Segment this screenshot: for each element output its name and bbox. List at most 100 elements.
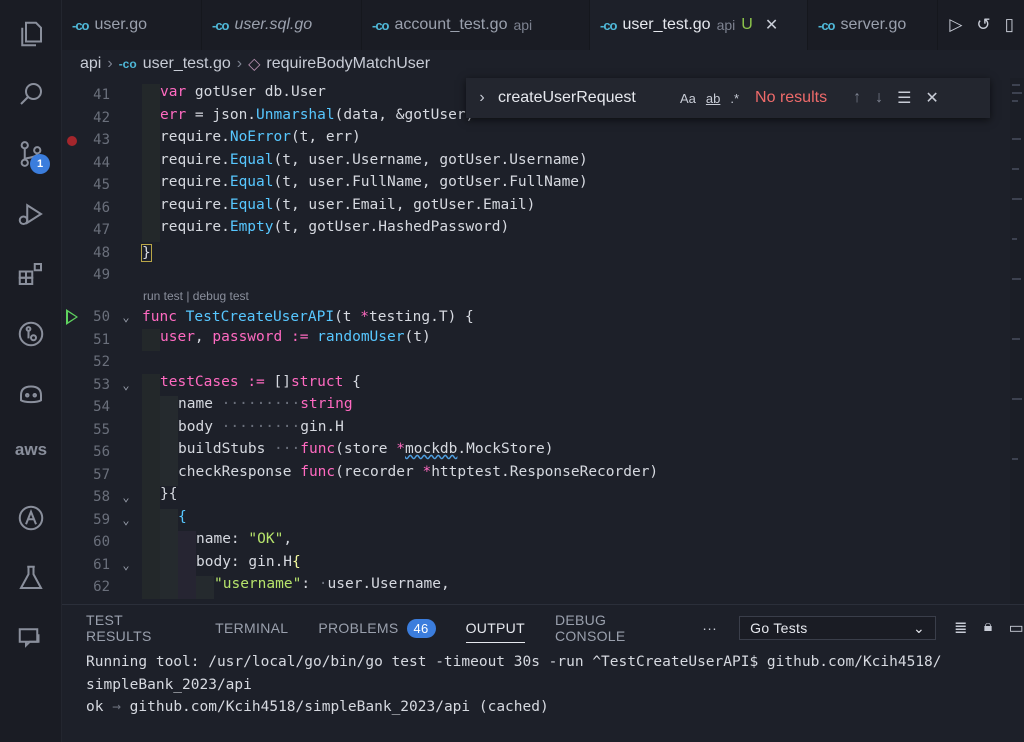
code-line: 54 name ·········string xyxy=(62,396,1010,419)
tab-terminal[interactable]: TERMINAL xyxy=(215,605,288,651)
chevron-right-icon: › xyxy=(236,55,243,72)
tab-problems[interactable]: PROBLEMS 46 xyxy=(318,605,436,651)
line-number: 44 xyxy=(93,154,110,171)
clear-output-icon[interactable]: ≣ xyxy=(954,618,968,638)
code-editor[interactable]: run test | debug test 41 var gotUser db.U… xyxy=(62,78,1010,604)
whole-word-toggle[interactable]: ab xyxy=(706,91,720,106)
toggle-replace-icon[interactable]: › xyxy=(466,89,498,107)
close-icon[interactable]: ✕ xyxy=(765,15,778,35)
go-file-icon: -co xyxy=(118,57,137,71)
regex-toggle[interactable]: .* xyxy=(730,91,739,106)
previous-match-icon[interactable]: ↑ xyxy=(853,89,861,107)
tab-account-test-go[interactable]: -co account_test.go api xyxy=(362,0,590,50)
match-case-toggle[interactable]: Aa xyxy=(680,91,696,106)
line-number: 46 xyxy=(93,199,110,216)
line-number: 45 xyxy=(93,177,110,194)
output-line: Running tool: /usr/local/go/bin/go test … xyxy=(86,654,942,670)
search-icon[interactable] xyxy=(13,76,49,112)
split-editor-icon[interactable]: ▯ xyxy=(1005,15,1014,35)
tab-user-test-go[interactable]: -co user_test.go api U ✕ xyxy=(590,0,808,50)
tab-server-go[interactable]: -co server.go xyxy=(808,0,938,50)
ok-status: ok xyxy=(86,699,104,715)
find-result-status: No results xyxy=(755,89,828,106)
maximize-panel-icon[interactable]: ▭ xyxy=(1009,618,1024,638)
tab-user-go[interactable]: -co user.go xyxy=(62,0,202,50)
code-line: 52 xyxy=(62,351,1010,374)
code-line: 60 name: "OK", xyxy=(62,531,1010,554)
bottom-panel: TEST RESULTS TERMINAL PROBLEMS 46 OUTPUT… xyxy=(62,604,1024,742)
activity-bar: 1 aws xyxy=(0,0,62,742)
run-icon[interactable]: ▷ xyxy=(949,15,962,35)
line-number: 43 xyxy=(93,132,110,149)
chevron-down-icon[interactable]: ⌄ xyxy=(110,378,142,392)
git-graph-icon[interactable] xyxy=(13,316,49,352)
chevron-right-icon: › xyxy=(107,55,113,72)
code-line: 58 ⌄}{ xyxy=(62,486,1010,509)
code-line: 45 require.Equal(t, user.FullName, gotUse… xyxy=(62,174,1010,197)
code-line: 53 ⌄ testCases := []struct { xyxy=(62,373,1010,396)
next-match-icon[interactable]: ↓ xyxy=(875,89,883,107)
lock-icon[interactable]: 🔒︎ xyxy=(984,618,993,638)
line-number: 49 xyxy=(93,267,110,284)
breadcrumb-symbol[interactable]: requireBodyMatchUser xyxy=(266,55,430,73)
line-number: 51 xyxy=(93,331,110,348)
run-debug-icon[interactable] xyxy=(13,196,49,232)
tab-test-results[interactable]: TEST RESULTS xyxy=(86,605,185,651)
output-log: Running tool: /usr/local/go/bin/go test … xyxy=(62,651,1024,719)
tab-folder: api xyxy=(513,17,533,33)
code-line: 55 body ·········gin.H xyxy=(62,418,1010,441)
code-line: 50 ⌄ func TestCreateUserAPI(t *testing.T) … xyxy=(62,306,1010,329)
close-icon[interactable]: ✕ xyxy=(925,88,938,108)
code-line: 57 checkResponse func(recorder *httptest.… xyxy=(62,463,1010,486)
panel-tabs: TEST RESULTS TERMINAL PROBLEMS 46 OUTPUT… xyxy=(62,605,1024,651)
tab-user-sql-go[interactable]: -co user.sql.go xyxy=(202,0,362,50)
extensions-icon[interactable] xyxy=(13,256,49,292)
output-line: simpleBank_2023/api xyxy=(86,676,252,693)
testing-icon[interactable] xyxy=(13,560,49,596)
code-line: 61 ⌄ body: gin.H{ xyxy=(62,553,1010,576)
line-number: 57 xyxy=(93,466,110,483)
breadcrumb-folder[interactable]: api xyxy=(80,55,101,73)
chat-icon[interactable] xyxy=(13,620,49,656)
aws-icon[interactable]: aws xyxy=(13,440,49,460)
go-file-icon: -co xyxy=(600,17,617,33)
go-file-icon: -co xyxy=(212,17,229,33)
tab-output[interactable]: OUTPUT xyxy=(465,605,526,651)
find-in-selection-icon[interactable]: ☰ xyxy=(897,88,911,108)
codelens-run-debug[interactable]: run test | debug test xyxy=(143,289,249,303)
breadcrumb-file[interactable]: user_test.go xyxy=(143,55,231,73)
code-line: 43 require.NoError(t, err) xyxy=(62,129,1010,152)
line-number: 54 xyxy=(93,399,110,416)
chevron-down-icon[interactable]: ⌄ xyxy=(110,558,142,572)
tab-label: account_test.go xyxy=(394,16,508,33)
line-number: 55 xyxy=(93,421,110,438)
source-control-badge: 1 xyxy=(30,154,50,174)
explorer-icon[interactable] xyxy=(13,16,49,52)
code-line: 51 user, password := randomUser(t) xyxy=(62,328,1010,351)
line-number: 50 xyxy=(93,309,110,326)
chevron-down-icon: ⌄ xyxy=(913,619,926,636)
line-number: 52 xyxy=(93,354,110,371)
more-actions-icon[interactable]: ··· xyxy=(702,620,717,636)
line-number: 62 xyxy=(93,579,110,596)
tab-status: U xyxy=(741,16,753,33)
minimap[interactable] xyxy=(1010,78,1024,604)
output-channel-select[interactable]: Go Tests ⌄ xyxy=(739,616,937,640)
code-line: 48} xyxy=(62,242,1010,265)
tab-debug-console[interactable]: DEBUG CONSOLE xyxy=(555,605,672,651)
line-number: 41 xyxy=(93,87,110,104)
find-widget: › createUserRequest Aa ab .* No results … xyxy=(466,78,990,118)
editor-tabs: -co user.go -co user.sql.go -co account_… xyxy=(62,0,1024,50)
history-icon[interactable]: ↺ xyxy=(976,15,990,35)
line-number: 60 xyxy=(93,534,110,551)
chevron-down-icon[interactable]: ⌄ xyxy=(110,310,142,324)
code-line: 46 require.Equal(t, user.Email, gotUser.E… xyxy=(62,196,1010,219)
tab-folder: api xyxy=(716,17,736,33)
copilot-icon[interactable] xyxy=(13,376,49,412)
line-number: 48 xyxy=(93,244,110,261)
arduino-icon[interactable] xyxy=(13,500,49,536)
find-input[interactable]: createUserRequest xyxy=(498,89,680,107)
code-line: 49 xyxy=(62,264,1010,287)
chevron-down-icon[interactable]: ⌄ xyxy=(110,490,142,504)
chevron-down-icon[interactable]: ⌄ xyxy=(110,513,142,527)
